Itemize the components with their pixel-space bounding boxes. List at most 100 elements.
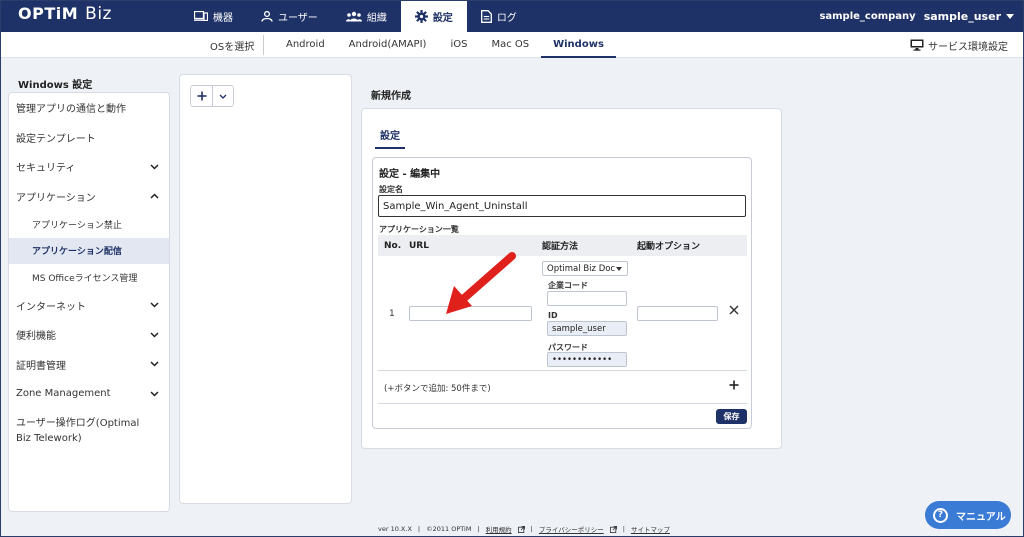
nav-users[interactable]: ユーザー <box>247 0 332 32</box>
sidebar-item-label: アプリケーション <box>16 192 96 204</box>
id-input[interactable]: sample_user <box>547 321 627 336</box>
app-list-label: アプリケーション一覧 <box>379 225 459 234</box>
setting-name-label: 設定名 <box>379 185 403 194</box>
add-row-button[interactable] <box>729 378 739 394</box>
sidebar-item-label: ユーザー操作ログ(Optimal Biz Telework) <box>16 417 140 444</box>
nav-log[interactable]: ログ <box>467 0 531 32</box>
chevron-down-icon <box>219 94 227 99</box>
optim-biz-logo[interactable]: OPTiM Biz <box>18 4 112 24</box>
sidebar-item-label: Zone Management <box>16 388 111 400</box>
save-button[interactable]: 保存 <box>716 409 747 424</box>
service-settings-label: サービス環境設定 <box>928 41 1008 53</box>
launch-options-input[interactable] <box>637 306 718 321</box>
logo-product: Biz <box>85 4 112 24</box>
auth-method-value: Optimal Biz Doc <box>547 263 616 274</box>
sidebar-item-label: インターネット <box>16 301 86 313</box>
os-selector-bar: OSを選択 Android Android(AMAPI) iOS Mac OS … <box>0 32 1024 58</box>
app-table-header: No. URL 認証方法 起動オプション <box>378 235 747 256</box>
company-code-input[interactable] <box>547 291 627 306</box>
id-value: sample_user <box>552 323 606 334</box>
nav-devices[interactable]: 機器 <box>180 0 247 32</box>
monitor-icon <box>910 39 924 51</box>
nav-users-label: ユーザー <box>278 12 318 24</box>
sidebar: 管理アプリの通信と動作 設定テンプレート セキュリティ アプリケーション アプリ… <box>8 92 170 512</box>
close-icon <box>729 305 739 315</box>
add-dropdown-button[interactable] <box>212 86 233 106</box>
setting-name-input[interactable] <box>378 195 746 217</box>
footer-divider: | <box>622 525 625 533</box>
plus-icon <box>729 380 739 390</box>
sidebar-item-certificate-management[interactable]: 証明書管理 <box>9 350 169 380</box>
os-tabs: Android Android(AMAPI) iOS Mac OS Window… <box>274 32 616 58</box>
os-tab-android-amapi[interactable]: Android(AMAPI) <box>337 32 439 58</box>
footer-divider: | <box>477 525 480 533</box>
sidebar-item-ms-office-license[interactable]: MS Officeライセンス管理 <box>9 264 169 291</box>
column-header-url: URL <box>409 240 429 251</box>
plus-icon <box>197 91 206 101</box>
sidebar-item-label: 管理アプリの通信と動作 <box>16 104 126 116</box>
os-divider <box>263 35 264 55</box>
delete-row-button[interactable] <box>729 304 739 318</box>
tab-settings[interactable]: 設定 <box>375 127 405 149</box>
sidebar-item-utilities[interactable]: 便利機能 <box>9 320 169 350</box>
sidebar-title: Windows 設定 <box>18 80 93 91</box>
sidebar-item-user-operation-log[interactable]: ユーザー操作ログ(Optimal Biz Telework) <box>9 409 169 453</box>
terms-link[interactable]: 利用規約 <box>486 524 512 534</box>
caret-down-icon <box>1006 13 1014 19</box>
settings-list-panel <box>179 74 352 504</box>
row-number: 1 <box>389 309 395 319</box>
os-tab-windows[interactable]: Windows <box>541 32 616 58</box>
sidebar-item-settings-template[interactable]: 設定テンプレート <box>9 123 169 153</box>
logo-brand: OPTiM <box>18 4 79 23</box>
os-tab-android[interactable]: Android <box>274 32 337 58</box>
sidebar-item-app-distribution[interactable]: アプリケーション配信 <box>9 237 169 264</box>
manual-button-label: マニュアル <box>956 511 1006 523</box>
password-input[interactable]: •••••••••••• <box>547 352 627 367</box>
add-button[interactable] <box>191 86 212 106</box>
sidebar-item-zone-management[interactable]: Zone Management <box>9 379 169 409</box>
row-divider <box>378 403 747 404</box>
chevron-down-icon <box>150 164 159 170</box>
chevron-down-icon <box>150 361 159 367</box>
add-button-group <box>190 85 234 107</box>
footer: ver 10.X.X | ©2011 OPTiM | 利用規約 | プライバシー… <box>378 524 670 534</box>
devices-icon <box>194 11 208 21</box>
password-value: •••••••••••• <box>552 354 613 365</box>
add-hint-text: (+ボタンで追加: 50件まで) <box>384 384 491 394</box>
privacy-link[interactable]: プライバシーポリシー <box>539 524 604 534</box>
annotation-arrow <box>446 252 516 314</box>
user-name: sample_user <box>923 9 1001 23</box>
sitemap-link[interactable]: サイトマップ <box>631 524 670 534</box>
account-menu[interactable]: sample_company sample_user <box>819 0 1014 32</box>
page-title: 新規作成 <box>371 91 411 102</box>
help-icon: ? <box>933 507 948 523</box>
os-select-label: OSを選択 <box>210 41 255 53</box>
edit-panel: 設定 - 編集中 設定名 アプリケーション一覧 No. URL 認証方法 起動オ… <box>372 157 752 429</box>
sidebar-item-label: アプリケーション禁止 <box>32 220 122 231</box>
sidebar-item-internet[interactable]: インターネット <box>9 291 169 321</box>
chevron-down-icon <box>150 391 159 397</box>
settings-card: 設定 設定 - 編集中 設定名 アプリケーション一覧 No. URL 認証方法 … <box>361 108 782 449</box>
manual-button[interactable]: ? マニュアル <box>925 501 1011 529</box>
company-name: sample_company <box>819 10 916 22</box>
sidebar-item-label: 設定テンプレート <box>16 133 96 145</box>
os-tab-ios[interactable]: iOS <box>438 32 479 58</box>
external-link-icon <box>609 525 617 533</box>
main-nav: 機器 ユーザー 組織 設定 ログ <box>180 0 531 32</box>
auth-method-select[interactable]: Optimal Biz Doc <box>542 261 628 276</box>
footer-divider: | <box>417 525 421 533</box>
chevron-down-icon <box>150 302 159 308</box>
column-header-launch-options: 起動オプション <box>637 242 701 252</box>
chevron-down-icon <box>150 332 159 338</box>
sidebar-item-app-prohibition[interactable]: アプリケーション禁止 <box>9 211 169 238</box>
service-settings-link[interactable]: サービス環境設定 <box>910 32 1008 58</box>
os-tab-macos[interactable]: Mac OS <box>479 32 541 58</box>
sidebar-item-application[interactable]: アプリケーション <box>9 182 169 212</box>
gear-icon <box>414 9 428 23</box>
nav-settings[interactable]: 設定 <box>400 0 467 32</box>
sidebar-item-security[interactable]: セキュリティ <box>9 152 169 182</box>
id-label: ID <box>548 311 558 320</box>
sidebar-item-agent-communication[interactable]: 管理アプリの通信と動作 <box>9 93 169 123</box>
sidebar-item-label: アプリケーション配信 <box>32 247 122 258</box>
nav-organization[interactable]: 組織 <box>332 0 401 32</box>
